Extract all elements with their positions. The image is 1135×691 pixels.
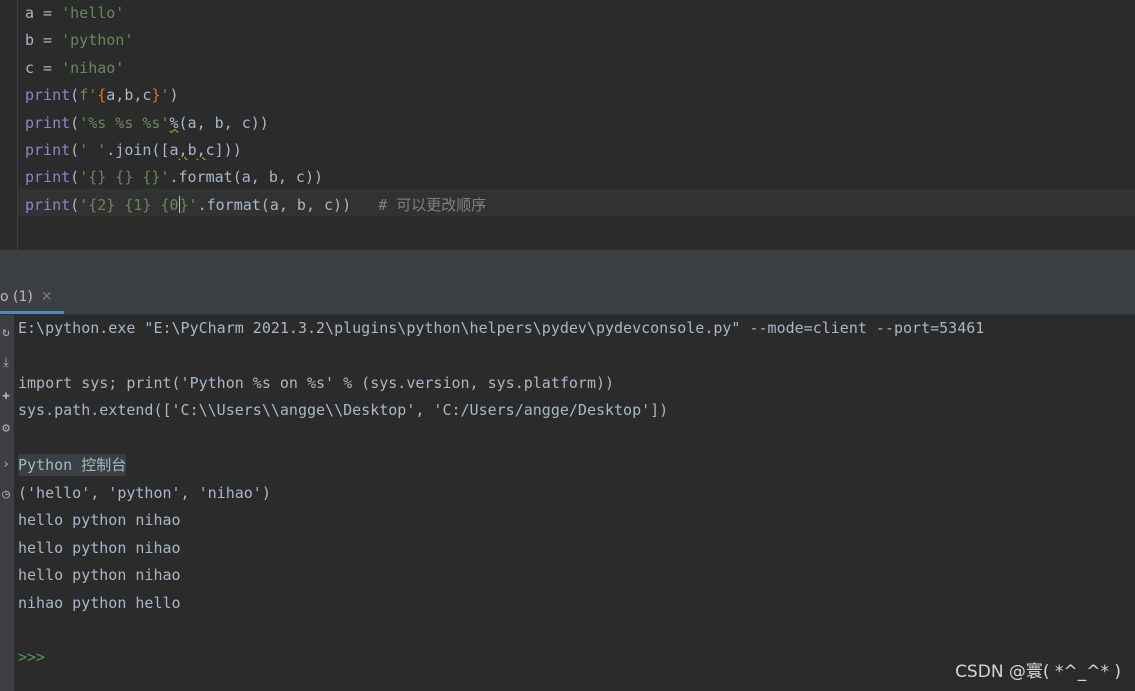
code-token: 'nihao': [61, 58, 125, 77]
console-line: import sys; print('Python %s on %s' % (s…: [18, 373, 615, 392]
tab-label: o (1): [0, 289, 33, 305]
code-token: print: [25, 86, 71, 105]
code-token: f': [79, 86, 98, 105]
console-line: hello python nihao: [18, 566, 181, 585]
code-token: '{} {} {}': [79, 168, 170, 187]
code-token: ): [169, 86, 179, 105]
gutter-separator: [17, 0, 18, 250]
active-tab-indicator: [0, 311, 64, 314]
code-line[interactable]: print('{2} {1} {0}'.format(a, b, c)) # 可…: [25, 192, 486, 219]
code-token: print: [25, 195, 71, 214]
execute-icon[interactable]: ›: [0, 457, 12, 473]
code-token: }': [179, 195, 198, 214]
code-token: print: [25, 113, 71, 132]
run-tool-window-tabbar: o (1) ✕: [0, 280, 1135, 315]
code-token: .join([a: [106, 141, 179, 159]
code-token: c])): [205, 141, 242, 159]
code-line[interactable]: print('{} {} {}'.format(a, b, c)): [25, 164, 323, 191]
history-icon[interactable]: ◷: [0, 487, 12, 503]
code-token: %: [169, 113, 179, 132]
console-line: E:\python.exe "E:\PyCharm 2021.3.2\plugi…: [18, 319, 985, 337]
rerun-icon[interactable]: ↻: [0, 325, 12, 341]
code-token: 'python': [61, 31, 134, 50]
tab-run-console[interactable]: o (1) ✕: [0, 280, 59, 314]
code-line[interactable]: print(f'{a,b,c}'): [25, 82, 179, 109]
code-token: (: [70, 141, 80, 159]
code-token: a =: [25, 4, 62, 22]
code-line[interactable]: b = 'python': [25, 27, 133, 54]
code-token: (: [70, 86, 80, 105]
settings-icon[interactable]: ⚙: [0, 421, 12, 437]
console-line: nihao python hello: [18, 593, 181, 612]
code-line[interactable]: c = 'nihao': [25, 55, 124, 82]
console-line: hello python nihao: [18, 511, 181, 530]
python-console[interactable]: ↻ ⤓ ✚ ⚙ › ◷ E:\python.exe "E:\PyCharm 20…: [0, 315, 1135, 691]
console-line: >>>: [18, 644, 45, 671]
code-token: ': [160, 86, 170, 105]
console-prompt[interactable]: >>>: [18, 648, 45, 666]
code-editor[interactable]: a = 'hello' b = 'python' c = 'nihao' print(…: [0, 0, 1135, 250]
code-token: b =: [25, 31, 62, 50]
code-token: ' ': [79, 141, 107, 159]
code-token: ,: [178, 141, 188, 159]
code-token: ,: [196, 141, 206, 159]
panel-divider[interactable]: [0, 250, 1135, 280]
code-token: 'hello': [61, 4, 125, 22]
console-title-label: Python 控制台: [18, 454, 127, 477]
code-token: .format(a, b, c)): [197, 195, 352, 214]
code-token: (: [70, 168, 80, 187]
code-token: # 可以更改顺序: [351, 195, 487, 214]
code-line[interactable]: a = 'hello': [25, 0, 124, 27]
console-line: hello python nihao: [18, 538, 181, 557]
code-token: '{2} {1} {0: [79, 195, 179, 214]
code-token: a,b,c: [106, 86, 152, 105]
console-line: sys.path.extend(['C:\\Users\\angge\\Desk…: [18, 401, 669, 420]
code-token: print: [25, 141, 71, 159]
close-icon[interactable]: ✕: [41, 280, 53, 314]
code-token: .format(a, b, c)): [169, 168, 324, 187]
code-token: print: [25, 168, 71, 187]
code-token: c =: [25, 58, 62, 77]
code-token: (: [70, 113, 80, 132]
code-token: {: [97, 86, 107, 105]
console-line: ('hello', 'python', 'nihao'): [18, 483, 271, 502]
pin-icon[interactable]: ✚: [0, 388, 12, 404]
code-token: (: [70, 195, 80, 214]
download-icon[interactable]: ⤓: [0, 355, 12, 371]
console-line: Python 控制台: [18, 452, 127, 479]
code-token: '%s %s %s': [79, 113, 170, 132]
code-line[interactable]: print(' '.join([a,b,c])): [25, 137, 242, 164]
csdn-watermark: CSDN @寰( *^_^* ): [955, 662, 1121, 682]
code-token: (a, b, c)): [178, 113, 269, 132]
code-token: b: [187, 141, 197, 159]
code-line[interactable]: print('%s %s %s'%(a, b, c)): [25, 110, 269, 137]
console-toolstrip: ↻ ⤓ ✚ ⚙ › ◷: [0, 315, 14, 691]
